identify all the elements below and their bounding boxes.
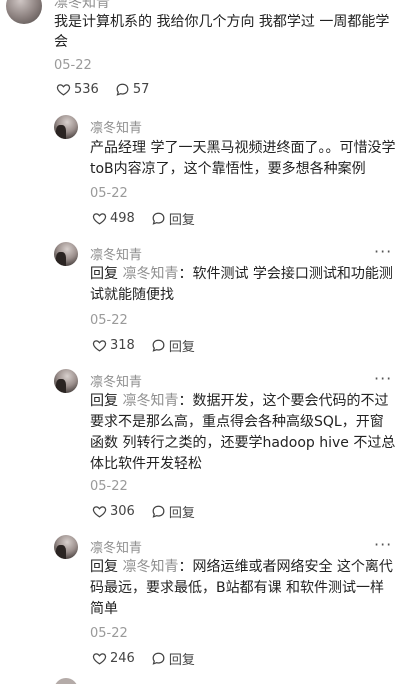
reply-mention[interactable]: 凛冬知青 bbox=[122, 266, 178, 282]
reply-author[interactable]: 凛冬知青 bbox=[90, 244, 142, 263]
speech-bubble-icon bbox=[152, 212, 165, 225]
speech-bubble-icon bbox=[152, 505, 165, 518]
reply-actions: 246 回复 bbox=[92, 649, 211, 668]
avatar[interactable] bbox=[54, 678, 78, 684]
avatar[interactable] bbox=[54, 242, 78, 266]
reply-author[interactable]: 凛冬知青 bbox=[90, 537, 142, 556]
like-button[interactable]: 306 bbox=[92, 504, 135, 519]
like-button[interactable]: 318 bbox=[92, 338, 135, 353]
comment-actions: 536 57 bbox=[56, 82, 165, 97]
reply-button[interactable]: 回复 bbox=[151, 336, 195, 355]
reply-date: 05-22 bbox=[90, 626, 128, 641]
reply-text: 回复 凛冬知青：数据开发，这个要会代码的不过要求不是那么高，重点得会各种高级SQ… bbox=[90, 391, 396, 475]
reply-content: 产品经理 学了一天黑马视频进终面了。。可惜没学toB内容凉了，这个靠悟性，要多想… bbox=[90, 140, 396, 177]
reply-text: 回复 凛冬知青：网络运维或者网络安全 这个离代码最远，要求最低，B站都有课 和软… bbox=[90, 557, 396, 620]
avatar[interactable] bbox=[54, 369, 78, 393]
avatar[interactable] bbox=[6, 0, 42, 24]
reply-text: 回复 凛冬知青：软件测试 学会接口测试和功能测试就能随便找 bbox=[90, 264, 396, 306]
comment-text: 我是计算机系的 我给你几个方向 我都学过 一周都能学会 bbox=[54, 14, 390, 50]
reply-prefix: 回复 bbox=[90, 393, 118, 409]
reply-author[interactable]: 凛冬知青 bbox=[90, 117, 142, 136]
top-comment: 凛冬知青 我是计算机系的 我给你几个方向 我都学过 一周都能学会 05-22 5… bbox=[0, 0, 410, 108]
comment-author[interactable]: 凛冬知青 bbox=[54, 0, 110, 12]
reply-date: 05-22 bbox=[90, 479, 128, 494]
more-dots-icon[interactable]: ··· bbox=[374, 242, 392, 261]
reply-label: 回复 bbox=[168, 653, 195, 668]
like-count: 246 bbox=[110, 651, 135, 666]
heart-outline-icon bbox=[92, 213, 107, 225]
speech-bubble-icon bbox=[116, 83, 129, 96]
reply-actions: 498 回复 bbox=[92, 209, 211, 228]
heart-outline-icon bbox=[92, 653, 107, 665]
reply-actions: 318 回复 bbox=[92, 336, 211, 355]
reply-mention[interactable]: 凛冬知青 bbox=[122, 559, 178, 575]
reply-label: 回复 bbox=[168, 213, 195, 228]
more-dots-icon[interactable]: ··· bbox=[374, 369, 392, 388]
reply-prefix: 回复 bbox=[90, 559, 118, 575]
like-count: 318 bbox=[110, 338, 135, 353]
heart-outline-icon bbox=[92, 340, 107, 352]
speech-bubble-icon bbox=[152, 652, 165, 665]
reply-button[interactable]: 回复 bbox=[151, 209, 195, 228]
reply-button[interactable]: 回复 bbox=[151, 649, 195, 668]
like-count: 306 bbox=[110, 504, 135, 519]
reply-date: 05-22 bbox=[90, 313, 128, 328]
heart-outline-icon bbox=[92, 506, 107, 518]
speech-bubble-icon bbox=[152, 339, 165, 352]
reply-text: 产品经理 学了一天黑马视频进终面了。。可惜没学toB内容凉了，这个靠悟性，要多想… bbox=[90, 138, 396, 180]
reply-author[interactable]: 凛冬知青 bbox=[90, 371, 142, 390]
reply-mention[interactable]: 凛冬知青 bbox=[122, 393, 178, 409]
more-dots-icon[interactable]: ··· bbox=[374, 535, 392, 554]
reply-count: 57 bbox=[132, 82, 150, 97]
avatar[interactable] bbox=[54, 535, 78, 559]
like-count: 536 bbox=[74, 82, 99, 97]
like-button[interactable]: 536 bbox=[56, 82, 99, 97]
comment-button[interactable]: 57 bbox=[115, 82, 150, 97]
like-count: 498 bbox=[110, 211, 135, 226]
reply-prefix: 回复 bbox=[90, 266, 118, 282]
reply-actions: 306 回复 bbox=[92, 502, 211, 521]
reply-date: 05-22 bbox=[90, 186, 128, 201]
comment-date: 05-22 bbox=[54, 58, 92, 73]
heart-outline-icon bbox=[56, 84, 71, 96]
like-button[interactable]: 246 bbox=[92, 651, 135, 666]
reply-button[interactable]: 回复 bbox=[151, 502, 195, 521]
like-button[interactable]: 498 bbox=[92, 211, 135, 226]
avatar[interactable] bbox=[54, 115, 78, 139]
reply-label: 回复 bbox=[168, 340, 195, 355]
reply-label: 回复 bbox=[168, 506, 195, 521]
